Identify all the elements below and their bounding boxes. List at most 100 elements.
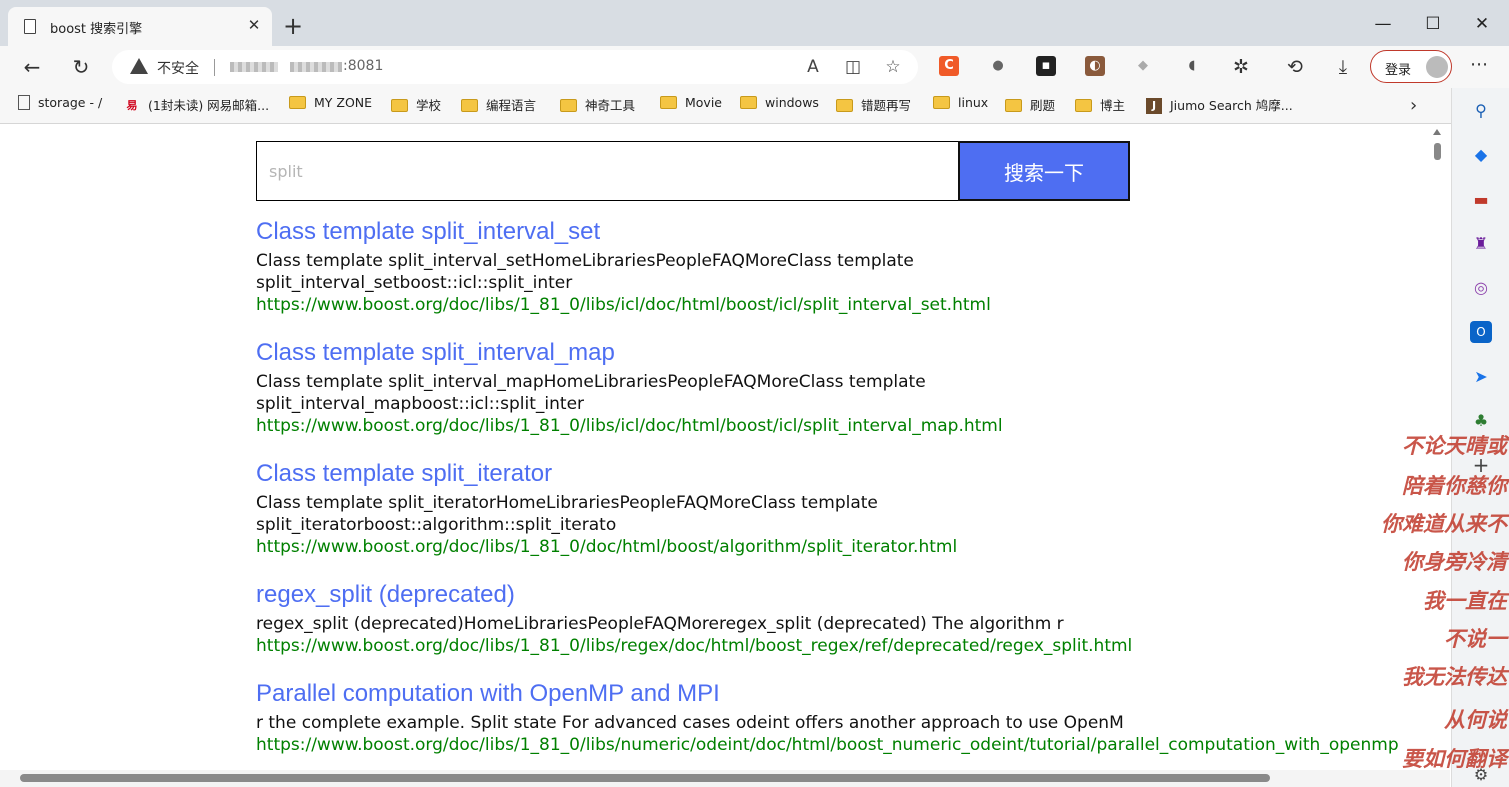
result-description: Class template split_interval_mapHomeLib… — [256, 372, 926, 414]
office-icon[interactable]: ◎ — [1470, 277, 1492, 299]
back-button[interactable]: ← — [19, 54, 45, 80]
url-redacted — [230, 62, 278, 72]
search-form: 搜索一下 — [256, 141, 1130, 201]
folder-icon — [660, 96, 677, 109]
extension-tampermonkey-icon[interactable]: ▪ — [1036, 56, 1056, 76]
folder-icon — [1075, 99, 1092, 112]
result-url: https://www.boost.org/doc/libs/1_81_0/li… — [256, 416, 1003, 436]
divider — [214, 59, 215, 76]
toolbox-icon[interactable]: ▬ — [1470, 189, 1492, 211]
folder-icon — [933, 96, 950, 109]
folder-icon — [289, 96, 306, 109]
scroll-thumb[interactable] — [1434, 143, 1441, 160]
history-icon[interactable]: ⟲ — [1282, 54, 1308, 80]
bookmark-storage[interactable]: storage - / — [18, 95, 102, 117]
overlay-text: 不论天晴或 — [1402, 433, 1507, 458]
result-url: https://www.boost.org/doc/libs/1_81_0/li… — [256, 735, 1399, 755]
overlay-text: 你难道从来不 — [1381, 511, 1507, 536]
overlay-text: 陪着你慈你 — [1402, 473, 1507, 498]
download-icon[interactable]: ⤓ — [1330, 54, 1356, 80]
overlay-text: 不说一 — [1444, 626, 1507, 651]
bookmark-practice[interactable]: 刷题 — [1005, 95, 1055, 117]
bookmark-bloggers[interactable]: 博主 — [1075, 95, 1125, 117]
new-tab-button[interactable]: + — [281, 14, 305, 38]
tab-close-icon[interactable]: ✕ — [244, 15, 264, 35]
overlay-text: 我一直在 — [1423, 588, 1507, 613]
folder-icon — [560, 99, 577, 112]
search-input[interactable] — [256, 141, 959, 201]
extension-mouse-icon[interactable]: ● — [988, 56, 1008, 76]
extension-c-icon[interactable]: C — [939, 56, 959, 76]
result-item: regex_split (deprecated) regex_split (de… — [256, 581, 1450, 657]
extension-volume-icon[interactable]: ◖ — [1182, 56, 1202, 76]
result-url: https://www.boost.org/doc/libs/1_81_0/li… — [256, 636, 1133, 656]
mail-icon: 易 — [126, 98, 138, 112]
browser-window: boost 搜索引擎 ✕ + — ☐ ✕ ← ↻ 不安全 :8081 A ◫ ☆… — [0, 0, 1509, 787]
url-redacted — [290, 62, 342, 72]
scroll-up-icon[interactable] — [1433, 129, 1441, 135]
result-description: r the complete example. Split state For … — [256, 713, 1124, 733]
add-favorite-icon[interactable]: ☆ — [882, 56, 904, 78]
bookmark-movie[interactable]: Movie — [660, 95, 722, 117]
jiumo-icon: J — [1146, 97, 1162, 114]
result-item: Class template split_interval_set Class … — [256, 218, 1450, 316]
login-button[interactable]: 登录 — [1370, 50, 1452, 83]
extension-shield-icon[interactable]: ◆ — [1133, 56, 1153, 76]
extension-avatar-icon[interactable]: ◐ — [1085, 56, 1105, 76]
extensions-icon[interactable]: ✲ — [1228, 54, 1254, 80]
chevron-right-icon[interactable]: › — [1410, 95, 1417, 116]
warning-icon — [130, 58, 148, 74]
bookmark-jiumo[interactable]: J Jiumo Search 鸠摩... — [1146, 95, 1293, 117]
login-label: 登录 — [1385, 63, 1412, 78]
result-item: Class template split_interval_map Class … — [256, 339, 1450, 437]
result-title-link[interactable]: regex_split (deprecated) — [256, 581, 1450, 609]
folder-icon — [740, 96, 757, 109]
search-button[interactable]: 搜索一下 — [958, 141, 1130, 201]
avatar — [1426, 56, 1448, 78]
bookmark-school[interactable]: 学校 — [391, 95, 441, 117]
more-options-icon[interactable]: ⋯ — [1466, 54, 1492, 80]
scroll-thumb[interactable] — [20, 774, 1270, 782]
tag-icon[interactable]: ◆ — [1470, 144, 1492, 166]
result-url: https://www.boost.org/doc/libs/1_81_0/li… — [256, 295, 991, 315]
result-description: Class template split_iteratorHomeLibrari… — [256, 493, 878, 535]
overlay-text: 你身旁冷清 — [1402, 549, 1507, 574]
search-icon[interactable]: ⚲ — [1470, 100, 1492, 122]
send-icon[interactable]: ➤ — [1470, 366, 1492, 388]
page-content: 搜索一下 Class template split_interval_set C… — [0, 125, 1450, 787]
folder-icon — [461, 99, 478, 112]
address-bar[interactable]: 不安全 :8081 A ◫ ☆ — [112, 50, 918, 84]
bookmarks-bar: storage - / 易 (1封未读) 网易邮箱... MY ZONE 学校 编… — [0, 88, 1509, 124]
overlay-text: 要如何翻译 — [1402, 746, 1507, 771]
horizontal-scrollbar[interactable] — [0, 770, 1450, 787]
overlay-text: 从何说 — [1444, 707, 1507, 732]
tab-active[interactable]: boost 搜索引擎 ✕ — [8, 7, 272, 46]
refresh-button[interactable]: ↻ — [68, 54, 94, 80]
result-item: Class template split_iterator Class temp… — [256, 460, 1450, 558]
outlook-icon[interactable]: O — [1470, 321, 1492, 343]
bookmark-programming[interactable]: 编程语言 — [461, 95, 536, 117]
result-title-link[interactable]: Class template split_interval_map — [256, 339, 1450, 367]
result-title-link[interactable]: Class template split_iterator — [256, 460, 1450, 488]
read-aloud-icon[interactable]: A — [802, 56, 824, 78]
bookmark-mistakes[interactable]: 错题再写 — [836, 95, 911, 117]
nav-bar: ← ↻ 不安全 :8081 A ◫ ☆ C ● ▪ ◐ ◆ ◖ ✲ ⟲ ⤓ 登录… — [0, 46, 1509, 88]
result-title-link[interactable]: Class template split_interval_set — [256, 218, 1450, 246]
result-title-link[interactable]: Parallel computation with OpenMP and MPI — [256, 680, 1450, 708]
result-url: https://www.boost.org/doc/libs/1_81_0/do… — [256, 537, 958, 557]
bookmark-netease-mail[interactable]: 易 (1封未读) 网易邮箱... — [124, 95, 270, 117]
tab-strip: boost 搜索引擎 ✕ + — ☐ ✕ — [0, 0, 1509, 46]
minimize-button[interactable]: — — [1370, 12, 1396, 36]
bookmark-my-zone[interactable]: MY ZONE — [289, 95, 372, 117]
result-description: Class template split_interval_setHomeLib… — [256, 251, 914, 293]
overlay-text: 我无法传达 — [1402, 664, 1507, 689]
split-screen-icon[interactable]: ◫ — [842, 56, 864, 78]
maximize-button[interactable]: ☐ — [1420, 12, 1446, 36]
bookmark-linux[interactable]: linux — [933, 95, 988, 117]
bookmark-windows[interactable]: windows — [740, 95, 819, 117]
games-icon[interactable]: ♜ — [1470, 233, 1492, 255]
close-window-button[interactable]: ✕ — [1469, 12, 1495, 36]
tree-icon[interactable]: ♣ — [1470, 410, 1492, 432]
bookmark-tools[interactable]: 神奇工具 — [560, 95, 635, 117]
folder-icon — [1005, 99, 1022, 112]
